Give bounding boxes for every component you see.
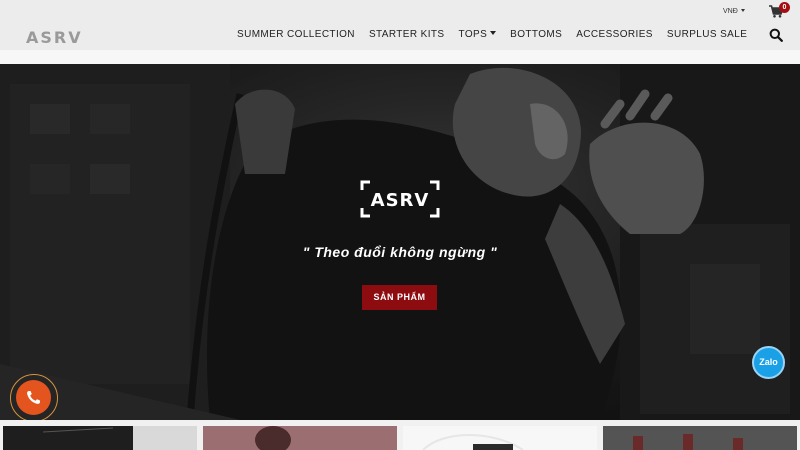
shop-products-button[interactable]: SẢN PHẨM xyxy=(362,285,437,310)
tile-image xyxy=(203,426,397,450)
caret-down-icon xyxy=(490,31,497,36)
nav-item-label: TOPS xyxy=(458,29,488,40)
collection-tile[interactable] xyxy=(603,426,797,450)
hero-brand-text: ASRV xyxy=(371,190,430,211)
hero-tagline: " Theo đuổi không ngừng " xyxy=(302,244,498,260)
collection-tiles xyxy=(0,420,800,450)
hero-brand-logo: ASRV xyxy=(360,180,440,218)
nav-item-label: BOTTOMS xyxy=(510,29,563,40)
caret-down-icon xyxy=(740,8,745,12)
phone-icon xyxy=(27,391,40,404)
nav-item-label: ACCESSORIES xyxy=(576,29,653,40)
collection-tile[interactable] xyxy=(403,426,597,450)
nav-item-starter-kits[interactable]: STARTER KITS xyxy=(362,29,452,40)
call-button[interactable] xyxy=(10,374,58,420)
nav-item-label: STARTER KITS xyxy=(368,29,445,40)
nav-item-bottoms[interactable]: BOTTOMS xyxy=(503,29,569,40)
nav-item-label: SURPLUS SALE xyxy=(666,29,748,40)
search-button[interactable] xyxy=(769,28,783,42)
nav-item-surplus-sale[interactable]: SURPLUS SALE xyxy=(660,29,754,40)
nav-item-label: SUMMER COLLECTION xyxy=(237,29,355,40)
nav-item-accessories[interactable]: ACCESSORIES xyxy=(569,29,660,40)
nav-item-summer-collection[interactable]: SUMMER COLLECTION xyxy=(230,29,362,40)
cart-count-badge: 0 xyxy=(779,2,790,13)
hero-banner: ASRV " Theo đuổi không ngừng " SẢN PHẨM … xyxy=(0,64,800,420)
tile-image xyxy=(603,426,797,450)
zalo-chat-button[interactable]: Zalo xyxy=(752,346,785,379)
collection-tile[interactable] xyxy=(3,426,197,450)
collection-tile[interactable] xyxy=(203,426,397,450)
main-nav: SUMMER COLLECTION STARTER KITS TOPS BOTT… xyxy=(230,29,754,40)
tile-image xyxy=(403,426,597,450)
hero-overlay xyxy=(0,64,800,420)
currency-selector[interactable]: VNĐ xyxy=(723,8,745,15)
site-header: ASRV SUMMER COLLECTION STARTER KITS TOPS… xyxy=(0,0,800,50)
currency-label: VNĐ xyxy=(723,8,738,15)
nav-item-tops[interactable]: TOPS xyxy=(452,29,504,40)
header-spacer xyxy=(0,50,800,64)
call-button-circle xyxy=(16,380,51,415)
search-icon xyxy=(769,28,783,42)
site-logo[interactable]: ASRV xyxy=(26,28,83,47)
tile-image xyxy=(42,426,197,450)
